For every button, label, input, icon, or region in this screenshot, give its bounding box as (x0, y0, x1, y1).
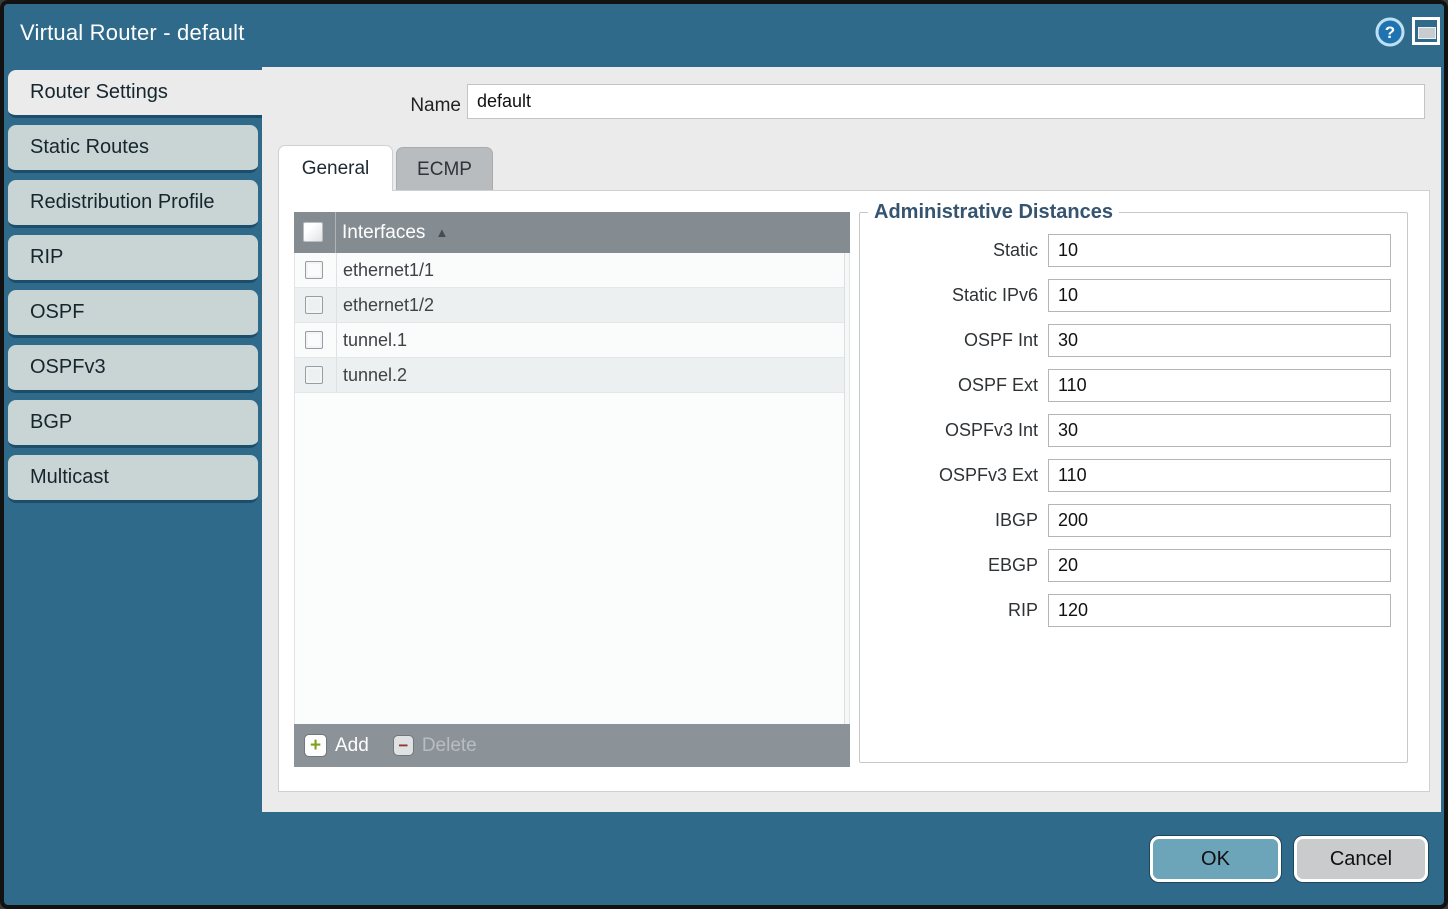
administrative-distances-fieldset: Administrative Distances Static Static I… (859, 201, 1408, 763)
sidebar-item-ospfv3[interactable]: OSPFv3 (8, 345, 258, 393)
ospf-ext-label: OSPF Ext (860, 375, 1048, 396)
interface-name: ethernet1/1 (343, 260, 434, 281)
title-bar: Virtual Router - default ? (4, 4, 1444, 67)
table-scrollbar[interactable] (844, 253, 849, 724)
delete-button[interactable]: − Delete (393, 735, 477, 757)
interfaces-column-header[interactable]: Interfaces ▲ (294, 212, 850, 253)
ok-button[interactable]: OK (1150, 836, 1281, 882)
interfaces-table-body: ethernet1/1 ethernet1/2 tunnel.1 tunnel.… (294, 253, 850, 724)
ospfv3-ext-label: OSPFv3 Ext (860, 465, 1048, 486)
ibgp-label: IBGP (860, 510, 1048, 531)
cancel-button[interactable]: Cancel (1294, 836, 1428, 882)
svg-text:?: ? (1385, 23, 1395, 42)
static-ipv6-label: Static IPv6 (860, 285, 1048, 306)
ebgp-label: EBGP (860, 555, 1048, 576)
ospf-int-label: OSPF Int (860, 330, 1048, 351)
add-button[interactable]: + Add (304, 734, 369, 757)
interface-name: tunnel.1 (343, 330, 407, 351)
ospfv3-int-input[interactable] (1048, 414, 1391, 447)
sidebar-item-redistribution-profile[interactable]: Redistribution Profile (8, 180, 258, 228)
static-ipv6-input[interactable] (1048, 279, 1391, 312)
interfaces-table: Interfaces ▲ ethernet1/1 ethernet1/2 tun… (294, 212, 850, 767)
delete-button-label: Delete (422, 735, 477, 757)
sidebar-item-multicast[interactable]: Multicast (8, 455, 258, 503)
ibgp-input[interactable] (1048, 504, 1391, 537)
name-input[interactable] (467, 84, 1425, 119)
administrative-distances-legend: Administrative Distances (868, 201, 1119, 224)
interfaces-header-label: Interfaces (342, 222, 425, 244)
add-button-label: Add (335, 735, 369, 757)
table-row[interactable]: tunnel.1 (295, 323, 849, 358)
tab-general[interactable]: General (278, 145, 393, 191)
name-label: Name (376, 89, 461, 122)
table-row[interactable]: ethernet1/1 (295, 253, 849, 288)
ospf-int-input[interactable] (1048, 324, 1391, 357)
interface-name: tunnel.2 (343, 365, 407, 386)
ebgp-input[interactable] (1048, 549, 1391, 582)
row-checkbox[interactable] (305, 296, 323, 314)
ospfv3-ext-input[interactable] (1048, 459, 1391, 492)
select-all-checkbox[interactable] (303, 222, 323, 242)
general-tab-panel: Interfaces ▲ ethernet1/1 ethernet1/2 tun… (278, 190, 1430, 792)
rip-label: RIP (860, 600, 1048, 621)
sidebar: Router Settings Static Routes Redistribu… (8, 70, 266, 510)
delete-minus-icon: − (393, 735, 414, 756)
sidebar-item-static-routes[interactable]: Static Routes (8, 125, 258, 173)
tab-ecmp[interactable]: ECMP (396, 147, 493, 191)
ospf-ext-input[interactable] (1048, 369, 1391, 402)
row-checkbox[interactable] (305, 261, 323, 279)
sidebar-item-router-settings[interactable]: Router Settings (8, 70, 266, 118)
rip-input[interactable] (1048, 594, 1391, 627)
virtual-router-dialog: Virtual Router - default ? Router Settin… (0, 0, 1448, 909)
ospfv3-int-label: OSPFv3 Int (860, 420, 1048, 441)
static-input[interactable] (1048, 234, 1391, 267)
static-label: Static (860, 240, 1048, 261)
window-restore-icon[interactable] (1412, 17, 1440, 45)
row-checkbox[interactable] (305, 366, 323, 384)
help-icon[interactable]: ? (1374, 16, 1406, 48)
interface-name: ethernet1/2 (343, 295, 434, 316)
sidebar-item-bgp[interactable]: BGP (8, 400, 258, 448)
sort-ascending-icon[interactable]: ▲ (435, 225, 448, 240)
table-row[interactable]: ethernet1/2 (295, 288, 849, 323)
sidebar-item-rip[interactable]: RIP (8, 235, 258, 283)
table-footer: + Add − Delete (294, 724, 850, 767)
add-plus-icon: + (304, 734, 327, 757)
sidebar-item-ospf[interactable]: OSPF (8, 290, 258, 338)
dialog-title: Virtual Router - default (20, 20, 245, 46)
table-row[interactable]: tunnel.2 (295, 358, 849, 393)
row-checkbox[interactable] (305, 331, 323, 349)
